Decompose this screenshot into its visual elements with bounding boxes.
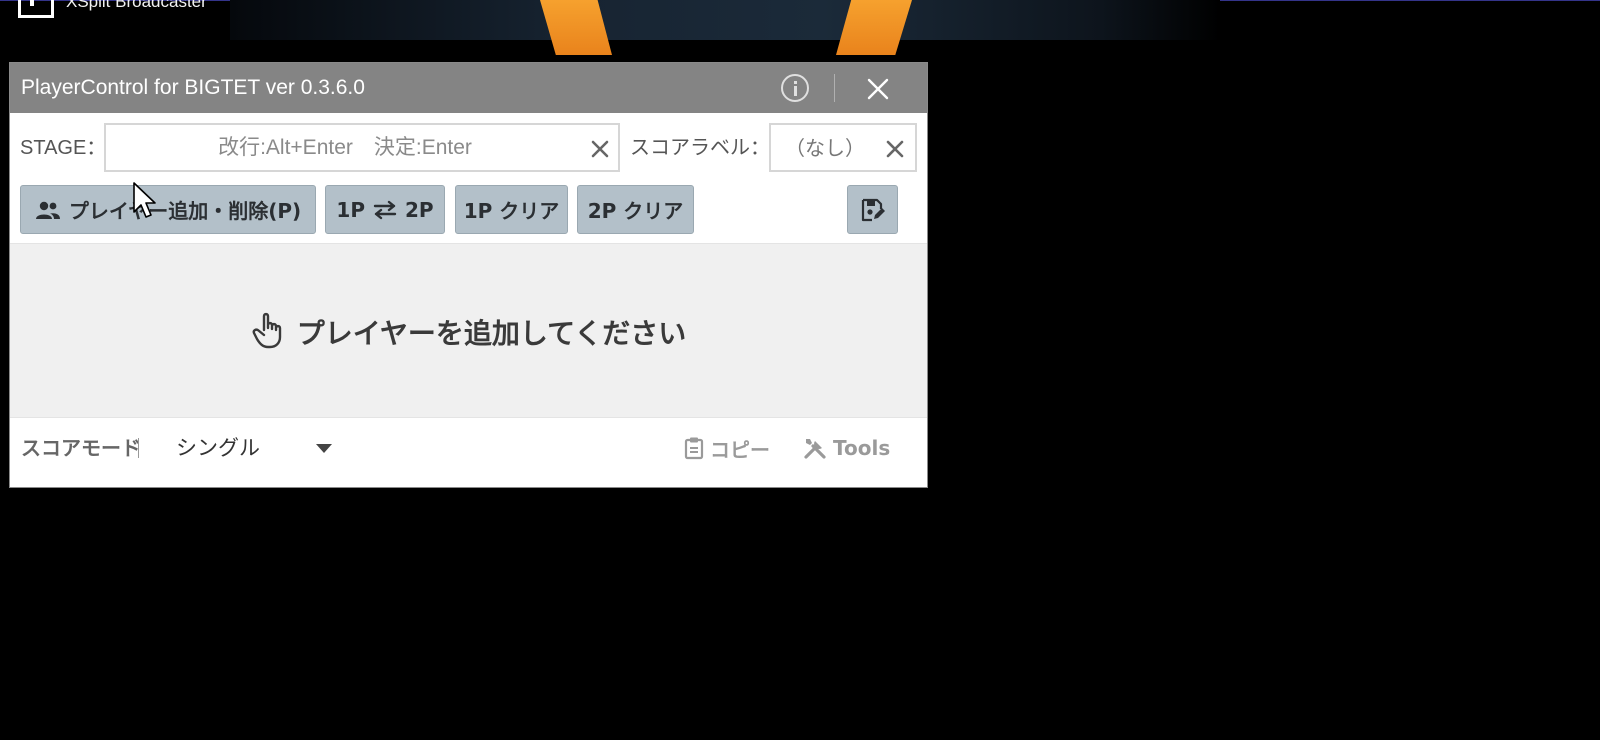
tools-label: Tools (833, 436, 891, 460)
tools-icon (804, 439, 826, 459)
hand-pointer-icon (252, 312, 281, 349)
empty-state-text: プレイヤーを追加してください (296, 317, 687, 350)
clear-2p-button[interactable]: 2P クリア (577, 185, 694, 234)
empty-state-message: プレイヤーを追加してください (10, 310, 927, 352)
swap-label-1p: 1P (336, 197, 365, 222)
chevron-down-icon (316, 444, 332, 453)
clear-score-label-icon[interactable] (884, 138, 906, 160)
title-bar[interactable]: PlayerControl for BIGTET ver 0.3.6.0 (10, 63, 927, 113)
stage-field[interactable] (104, 123, 620, 172)
swap-players-button[interactable]: 1P 2P (325, 185, 445, 234)
score-label-value: （なし） (785, 136, 865, 160)
score-mode-dropdown[interactable]: シングル (160, 429, 336, 467)
add-remove-players-label: プレイヤー追加・削除(P) (68, 199, 302, 223)
player-list-area: プレイヤーを追加してください (10, 243, 927, 418)
clear-1p-button[interactable]: 1P クリア (455, 185, 568, 234)
info-icon[interactable] (781, 74, 809, 102)
stage-input[interactable] (108, 127, 582, 169)
clipboard-icon (684, 437, 704, 460)
swap-label-2p: 2P (405, 197, 434, 222)
window-title: PlayerControl for BIGTET ver 0.3.6.0 (21, 76, 365, 99)
copy-label: コピー (710, 437, 770, 462)
save-edit-button[interactable] (847, 185, 898, 234)
score-label-field[interactable]: （なし） (769, 123, 917, 172)
save-edit-icon (861, 198, 885, 221)
add-remove-players-button[interactable]: プレイヤー追加・削除(P) (20, 185, 316, 234)
score-mode-value: シングル (176, 436, 260, 460)
tools-button[interactable]: Tools (803, 431, 890, 465)
xsplit-logo-icon (18, 0, 54, 18)
clear-1p-label: 1P クリア (463, 199, 560, 223)
clear-stage-icon[interactable] (589, 138, 611, 160)
clear-2p-label: 2P クリア (587, 199, 684, 223)
close-icon[interactable] (862, 73, 894, 105)
stage-label: STAGE： (20, 137, 107, 159)
score-mode-label: スコアモード (21, 436, 141, 460)
background-app-title: XSplit Broadcaster (66, 0, 207, 11)
player-control-window: PlayerControl for BIGTET ver 0.3.6.0 STA… (9, 62, 928, 488)
title-divider (834, 74, 835, 102)
background-banner (230, 0, 1220, 40)
people-icon (35, 201, 60, 219)
swap-arrows-icon (373, 200, 397, 219)
score-label-label: スコアラベル： (630, 137, 770, 159)
score-mode-divider (138, 438, 139, 458)
copy-button[interactable]: コピー (684, 431, 770, 465)
